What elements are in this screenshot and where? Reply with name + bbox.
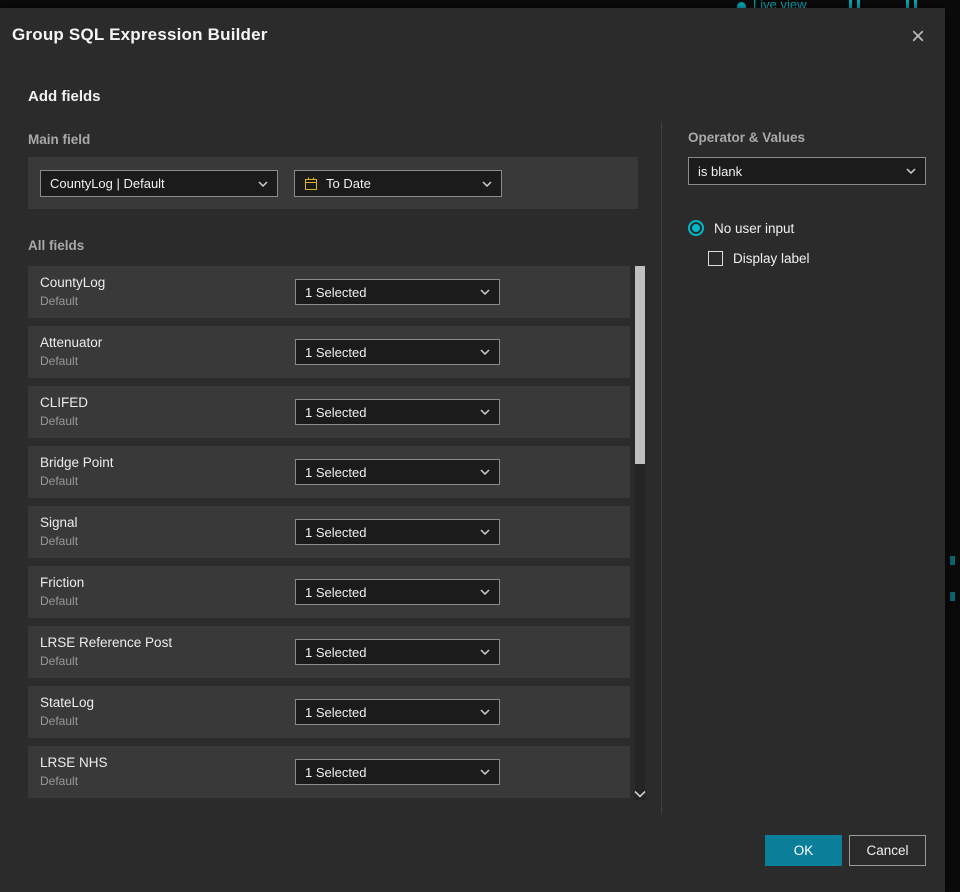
field-name: Attenuator xyxy=(40,335,103,350)
calendar-icon xyxy=(305,177,317,190)
main-field-label: Main field xyxy=(28,132,91,147)
field-selected-value: 1 Selected xyxy=(305,764,367,780)
field-selected-value: 1 Selected xyxy=(305,584,367,600)
scroll-down-chevron-icon[interactable] xyxy=(633,790,647,798)
no-user-input-label: No user input xyxy=(714,220,795,236)
chevron-down-icon xyxy=(480,529,490,535)
field-sublabel: Default xyxy=(40,714,79,728)
close-icon: × xyxy=(910,23,925,50)
field-name: LRSE Reference Post xyxy=(40,635,173,650)
field-name: Friction xyxy=(40,575,85,590)
chevron-down-icon xyxy=(258,180,268,187)
field-name: LRSE NHS xyxy=(40,755,108,770)
chevron-down-icon xyxy=(480,649,490,655)
list-scrollbar[interactable] xyxy=(633,266,647,800)
field-name: StateLog xyxy=(40,695,95,710)
main-field-date-value: To Date xyxy=(326,176,371,191)
field-row: CountyLog Default 1 Selected xyxy=(28,266,630,318)
operator-value: is blank xyxy=(698,163,743,179)
operator-values-label: Operator & Values xyxy=(688,130,806,145)
chevron-down-icon xyxy=(906,168,916,174)
side-panel-fragment xyxy=(950,592,955,601)
field-sublabel: Default xyxy=(40,594,79,608)
field-selected-value: 1 Selected xyxy=(305,404,367,420)
scrollbar-thumb[interactable] xyxy=(635,266,645,464)
chevron-down-icon xyxy=(480,409,490,415)
field-selected-value: 1 Selected xyxy=(305,284,367,300)
chevron-down-icon xyxy=(480,289,490,295)
field-name: CountyLog xyxy=(40,275,106,290)
no-user-input-option: No user input xyxy=(688,220,794,236)
operator-dropdown[interactable]: is blank xyxy=(688,157,926,185)
field-selected-dropdown[interactable]: 1 Selected xyxy=(295,459,500,485)
field-row: Attenuator Default 1 Selected xyxy=(28,326,630,378)
field-row: Signal Default 1 Selected xyxy=(28,506,630,558)
main-field-source-dropdown[interactable]: CountyLog | Default xyxy=(40,170,278,197)
chevron-down-icon xyxy=(480,769,490,775)
field-sublabel: Default xyxy=(40,774,79,788)
main-field-date-dropdown[interactable]: To Date xyxy=(294,170,502,197)
radio-selected-icon[interactable] xyxy=(688,220,704,236)
field-selected-value: 1 Selected xyxy=(305,704,367,720)
field-selected-value: 1 Selected xyxy=(305,644,367,660)
chevron-down-icon xyxy=(480,469,490,475)
field-sublabel: Default xyxy=(40,414,79,428)
field-name: CLIFED xyxy=(40,395,89,410)
field-selected-dropdown[interactable]: 1 Selected xyxy=(295,759,500,785)
field-selected-value: 1 Selected xyxy=(305,524,367,540)
dialog-title: Group SQL Expression Builder xyxy=(12,25,268,44)
field-selected-dropdown[interactable]: 1 Selected xyxy=(295,279,500,305)
field-row: Bridge Point Default 1 Selected xyxy=(28,446,630,498)
field-selected-dropdown[interactable]: 1 Selected xyxy=(295,339,500,365)
field-name: Bridge Point xyxy=(40,455,114,470)
field-sublabel: Default xyxy=(40,294,79,308)
field-selected-dropdown[interactable]: 1 Selected xyxy=(295,639,500,665)
field-row: CLIFED Default 1 Selected xyxy=(28,386,630,438)
field-selected-value: 1 Selected xyxy=(305,464,367,480)
field-sublabel: Default xyxy=(40,654,79,668)
close-button[interactable]: × xyxy=(901,20,935,54)
chevron-down-icon xyxy=(480,709,490,715)
all-fields-list: CountyLog Default 1 Selected Attenuator … xyxy=(28,266,630,806)
field-selected-dropdown[interactable]: 1 Selected xyxy=(295,699,500,725)
field-selected-dropdown[interactable]: 1 Selected xyxy=(295,579,500,605)
cancel-button[interactable]: Cancel xyxy=(849,835,926,866)
chevron-down-icon xyxy=(480,589,490,595)
field-selected-dropdown[interactable]: 1 Selected xyxy=(295,399,500,425)
chevron-down-icon xyxy=(482,180,492,187)
display-label-text: Display label xyxy=(733,251,810,266)
field-row: LRSE Reference Post Default 1 Selected xyxy=(28,626,630,678)
side-panel-fragment xyxy=(950,556,955,565)
field-row: Friction Default 1 Selected xyxy=(28,566,630,618)
chevron-down-icon xyxy=(480,349,490,355)
field-selected-value: 1 Selected xyxy=(305,344,367,360)
field-sublabel: Default xyxy=(40,354,79,368)
field-name: Signal xyxy=(40,515,78,530)
vertical-divider xyxy=(661,122,662,814)
main-field-panel: CountyLog | Default To Date xyxy=(28,157,638,209)
main-field-source-value: CountyLog | Default xyxy=(50,176,165,191)
field-sublabel: Default xyxy=(40,474,79,488)
display-label-option: Display label xyxy=(708,251,810,266)
add-fields-heading: Add fields xyxy=(28,88,101,105)
ok-button[interactable]: OK xyxy=(765,835,842,866)
display-label-checkbox[interactable] xyxy=(708,251,723,266)
all-fields-label: All fields xyxy=(28,238,85,253)
field-selected-dropdown[interactable]: 1 Selected xyxy=(295,519,500,545)
group-sql-expression-builder-dialog: Group SQL Expression Builder × Add field… xyxy=(0,8,945,892)
field-sublabel: Default xyxy=(40,534,79,548)
field-row: StateLog Default 1 Selected xyxy=(28,686,630,738)
field-row: LRSE NHS Default 1 Selected xyxy=(28,746,630,798)
